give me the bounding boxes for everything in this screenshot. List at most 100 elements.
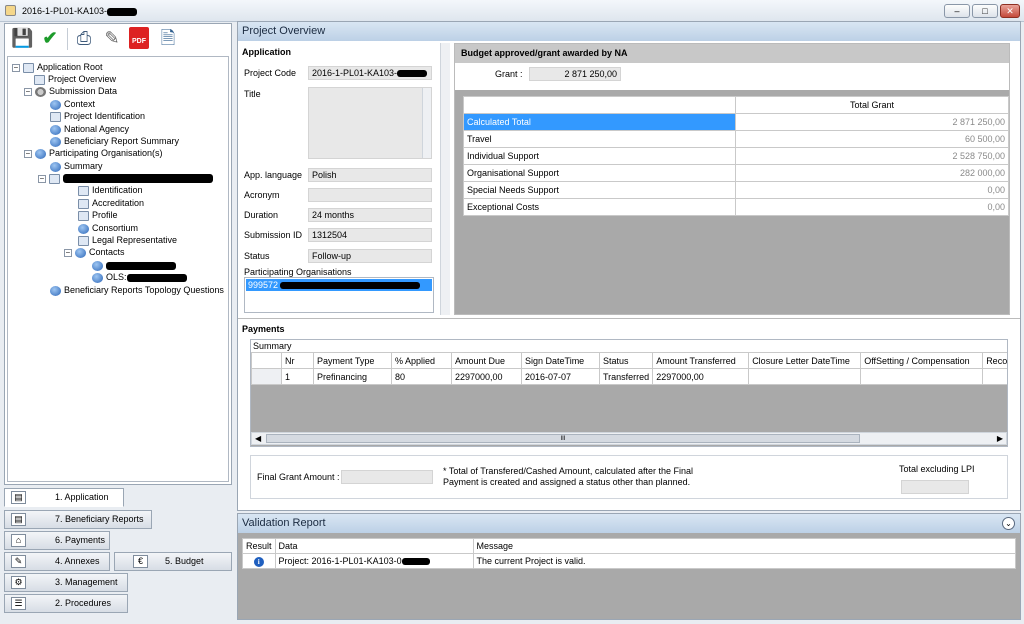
participating-item[interactable]: 999572	[246, 279, 432, 291]
pdf-icon[interactable]: PDF	[129, 27, 149, 49]
tree-node-profile[interactable]: Profile	[78, 209, 118, 221]
tree-node-context[interactable]: Context	[50, 98, 95, 110]
acronym-field[interactable]	[308, 188, 432, 202]
row-selector-header	[251, 352, 282, 369]
collapse-toggle[interactable]: –	[12, 63, 20, 72]
col-status: Status	[598, 352, 654, 369]
status-field[interactable]: Follow-up	[308, 249, 432, 263]
collapse-toggle[interactable]: –	[38, 174, 46, 183]
nav-budget[interactable]: €5. Budget	[114, 552, 232, 571]
tree-node-summary[interactable]: Summary	[50, 160, 103, 172]
minimize-button[interactable]: –	[944, 4, 970, 18]
nav-beneficiary-reports[interactable]: ▤ 7. Beneficiary Reports	[4, 510, 152, 529]
maximize-button[interactable]: □	[972, 4, 998, 18]
tree-node-contacts[interactable]: – Contacts	[64, 246, 125, 258]
payments-hscrollbar[interactable]: ◀ III ▶	[251, 432, 1007, 445]
tools-icon	[35, 86, 46, 97]
tree-node-project-overview[interactable]: Project Overview	[34, 73, 116, 85]
validation-data: Project: 2016-1-PL01-KA103-0	[274, 553, 474, 569]
payments-grid: Nr Payment Type % Applied Amount Due Sig…	[251, 352, 1007, 432]
app-icon	[5, 5, 16, 16]
globe-icon	[50, 136, 61, 147]
tree-node-topology-questions[interactable]: Beneficiary Reports Topology Questions	[50, 284, 224, 296]
title-field[interactable]	[308, 87, 432, 159]
col-sign-datetime: Sign DateTime	[521, 352, 600, 369]
payments-section: Payments Summary Nr Payment Type % Appli…	[238, 318, 1020, 508]
scroll-thumb[interactable]: III	[266, 434, 860, 443]
participating-list[interactable]: 999572	[244, 277, 434, 313]
tree-node-root[interactable]: – Application Root	[12, 61, 103, 73]
tree-node-contact-1[interactable]	[92, 259, 176, 271]
total-excluding-field[interactable]	[901, 480, 969, 494]
validation-message: The current Project is valid.	[472, 553, 1017, 569]
validation-row[interactable]: i Project: 2016-1-PL01-KA103-0 The curre…	[242, 553, 1017, 569]
close-button[interactable]: ✕	[1000, 4, 1020, 18]
application-scrollbar[interactable]	[440, 43, 450, 315]
nav-annexes[interactable]: ✎ 4. Annexes	[4, 552, 110, 571]
nav-application[interactable]: ▤ 1. Application	[4, 488, 124, 507]
grant-field[interactable]: 2 871 250,00	[529, 67, 621, 81]
budget-row-calculated-total[interactable]: Calculated Total 2 871 250,00	[463, 113, 1009, 131]
bank-icon: ⌂	[11, 534, 26, 547]
edit-icon[interactable]: ✎	[101, 27, 123, 49]
redacted-organisation	[63, 174, 213, 184]
col-amount-transferred: Amount Transferred	[652, 352, 750, 369]
collapse-toggle[interactable]: –	[24, 149, 32, 158]
tree-node-participating-organisations[interactable]: – Participating Organisation(s)	[24, 147, 163, 159]
tree-node-beneficiary-report-summary[interactable]: Beneficiary Report Summary	[50, 135, 179, 147]
toolbar-separator	[67, 28, 68, 50]
duration-field[interactable]: 24 months	[308, 208, 432, 222]
globe-icon	[92, 272, 103, 283]
tree-node-submission-data[interactable]: – Submission Data	[24, 85, 117, 97]
nav-payments[interactable]: ⌂ 6. Payments	[4, 531, 110, 550]
tree-node-organisation[interactable]: –	[38, 172, 213, 184]
nav-procedures[interactable]: ☰ 2. Procedures	[4, 594, 128, 613]
title-scrollbar[interactable]	[422, 88, 431, 158]
submission-id-label: Submission ID	[244, 230, 303, 240]
globe-icon	[50, 99, 61, 110]
check-icon[interactable]: ✔	[39, 27, 61, 49]
budget-row-organisational-support[interactable]: Organisational Support 282 000,00	[463, 164, 1009, 182]
certificate-icon	[78, 198, 89, 209]
transfer-note-line1: * Total of Transfered/Cashed Amount, cal…	[443, 466, 693, 476]
validation-header: Validation Report	[238, 514, 1020, 533]
transfer-note-line2: Payment is created and assigned a status…	[443, 477, 691, 487]
export-icon[interactable]: 🗎	[157, 27, 179, 49]
submission-id-field[interactable]: 1312504	[308, 228, 432, 242]
col-message: Message	[472, 538, 1017, 554]
grant-label: Grant :	[495, 69, 523, 79]
overview-icon	[34, 74, 45, 85]
project-code-field[interactable]: 2016-1-PL01-KA103-	[308, 66, 432, 80]
nav-management[interactable]: ⚙ 3. Management	[4, 573, 128, 592]
save-icon[interactable]: 💾	[11, 27, 33, 49]
row-selector[interactable]	[251, 368, 282, 385]
tree-node-legal-representative[interactable]: Legal Representative	[78, 234, 177, 246]
collapse-toggle[interactable]: –	[64, 248, 72, 257]
window-titlebar: 2016-1-PL01-KA103- – □ ✕	[0, 0, 1024, 22]
tree-node-national-agency[interactable]: National Agency	[50, 123, 129, 135]
app-language-field[interactable]: Polish	[308, 168, 432, 182]
col-closure-letter: Closure Letter DateTime	[748, 352, 862, 369]
budget-row-special-needs[interactable]: Special Needs Support 0,00	[463, 181, 1009, 199]
budget-row-travel[interactable]: Travel 60 500,00	[463, 130, 1009, 148]
tree-node-project-identification[interactable]: Project Identification	[50, 110, 145, 122]
validation-table-header: Result Data Message	[242, 538, 1017, 554]
tree-node-identification[interactable]: Identification	[78, 184, 143, 196]
tree-node-contact-ols[interactable]: OLS:	[92, 271, 187, 283]
panel-header: Project Overview	[238, 22, 1020, 41]
application-icon: ▤	[11, 491, 26, 504]
collapse-icon[interactable]: ⌄	[1002, 517, 1015, 530]
budget-row-individual-support[interactable]: Individual Support 2 528 750,00	[463, 147, 1009, 165]
scroll-left-icon[interactable]: ◀	[255, 434, 261, 443]
budget-row-exceptional-costs[interactable]: Exceptional Costs 0,00	[463, 198, 1009, 216]
payment-row[interactable]: 1 Prefinancing 80 2297000,00 2016-07-07 …	[251, 368, 1007, 385]
scroll-right-icon[interactable]: ▶	[997, 434, 1003, 443]
collapse-toggle[interactable]: –	[24, 87, 32, 96]
tree-node-accreditation[interactable]: Accreditation	[78, 197, 144, 209]
final-grant-field[interactable]	[341, 470, 433, 484]
col-reco: Reco	[982, 352, 1007, 369]
tree-node-consortium[interactable]: Consortium	[78, 222, 138, 234]
col-data: Data	[274, 538, 474, 554]
print-icon[interactable]: ⎙	[73, 27, 95, 49]
globe-icon	[75, 247, 86, 258]
